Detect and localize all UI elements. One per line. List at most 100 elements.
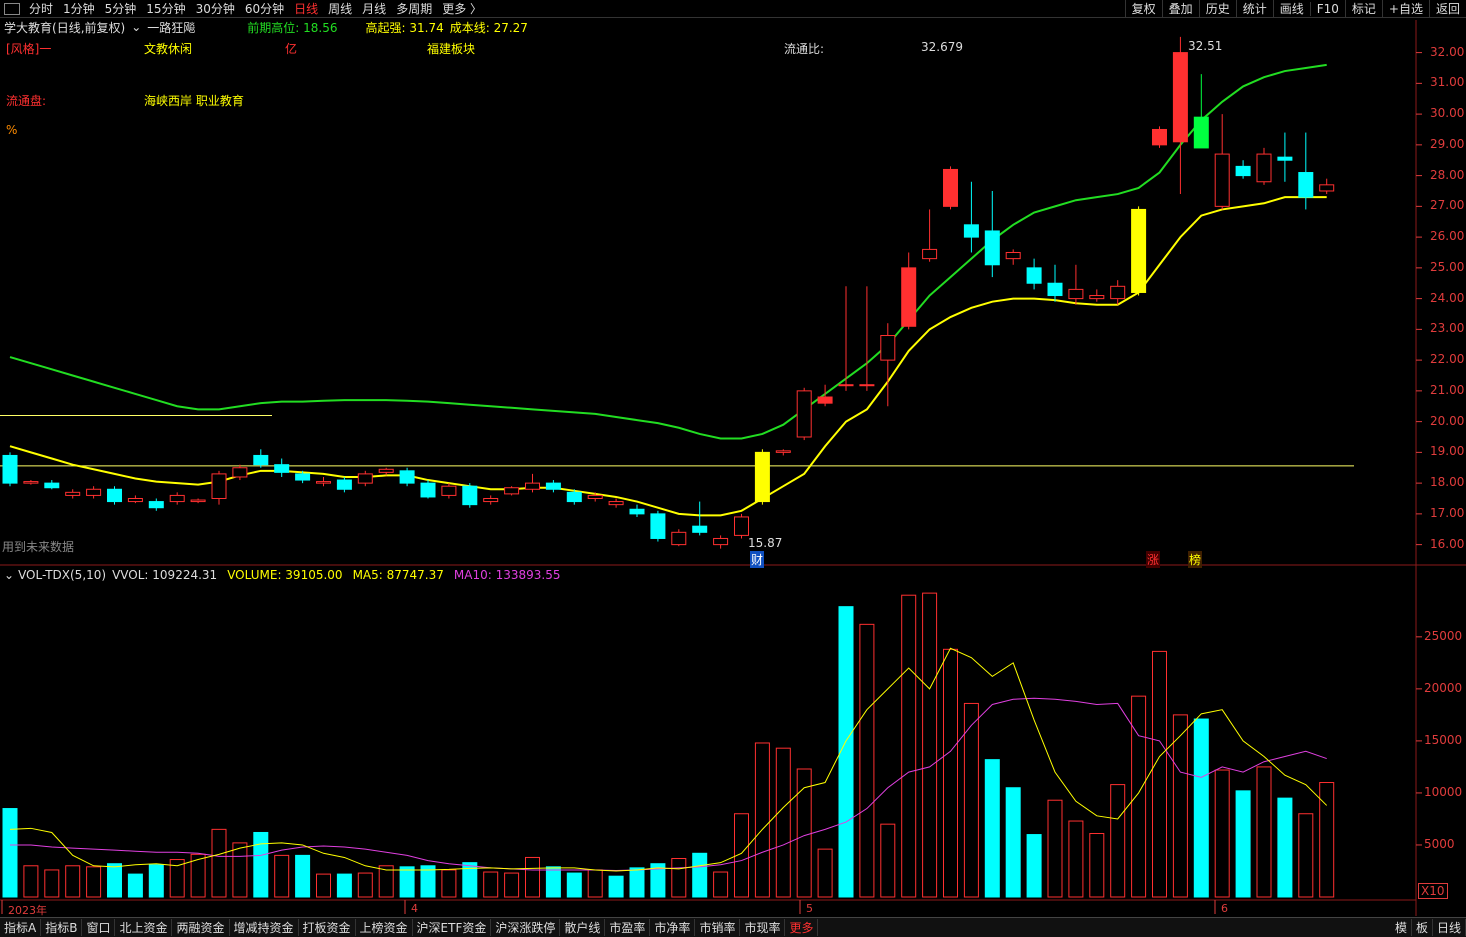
candle-body xyxy=(963,224,979,238)
bottom-tab[interactable]: 散户线 xyxy=(560,919,606,936)
price-tick-label: 32.00 xyxy=(1430,44,1465,59)
volume-bar xyxy=(1214,769,1230,898)
volume-bar xyxy=(566,872,582,898)
candle-body xyxy=(23,481,39,484)
volume-bar xyxy=(859,623,875,898)
volume-bar xyxy=(671,857,687,898)
volume-bar xyxy=(587,869,603,898)
bottom-tab[interactable]: 沪深涨跌停 xyxy=(491,919,561,936)
volume-bar xyxy=(1235,790,1251,898)
candle-body xyxy=(1131,208,1147,293)
candle-body xyxy=(1277,156,1293,161)
candle-body xyxy=(587,494,603,499)
volume-info-bar: ⌄ VOL-TDX(5,10) VVOL: 109224.31 VOLUME: … xyxy=(0,567,570,583)
volume-bar xyxy=(1319,782,1335,898)
candle-body xyxy=(399,470,415,484)
candle-body xyxy=(107,488,122,503)
bottom-right-tab[interactable]: 日线 xyxy=(1433,919,1466,936)
volume-bar xyxy=(274,854,290,898)
zhang-marker[interactable]: 涨 xyxy=(1146,551,1161,568)
volume-bar xyxy=(817,848,833,898)
candle-body xyxy=(671,531,687,546)
volume-bar xyxy=(127,873,143,898)
candle-body xyxy=(545,482,561,490)
candle-body xyxy=(629,508,645,515)
volume-bar xyxy=(1110,784,1126,898)
candle-body xyxy=(65,491,81,496)
candle-body xyxy=(357,473,373,484)
candle-body xyxy=(190,499,206,503)
date-axis: 2023年 4 5 6 xyxy=(0,902,1414,917)
volume-bar xyxy=(316,873,331,898)
candle-body xyxy=(984,230,1000,266)
kline-chart[interactable] xyxy=(0,0,1466,936)
volume-dropdown-icon[interactable]: ⌄ xyxy=(4,568,14,582)
candle-body xyxy=(316,481,331,484)
vol-tick-label: 25000 xyxy=(1424,628,1463,643)
volume-bar xyxy=(295,854,311,898)
price-tick-label: 22.00 xyxy=(1430,352,1465,367)
bottom-tab[interactable]: 市净率 xyxy=(650,919,696,936)
candle-body xyxy=(441,485,457,496)
volume-value: VOLUME: 39105.00 xyxy=(227,568,343,582)
candle-body xyxy=(274,464,290,473)
candle-body xyxy=(1089,295,1105,300)
volume-bar xyxy=(420,865,436,898)
bang-marker[interactable]: 榜 xyxy=(1188,551,1203,568)
volume-bar xyxy=(1298,813,1314,898)
vol-multiplier: X10 xyxy=(1418,883,1448,899)
vvol-value: VVOL: 109224.31 xyxy=(112,568,218,582)
bottom-tab[interactable]: 窗口 xyxy=(82,919,116,936)
volume-bar xyxy=(65,865,81,898)
price-tick-label: 30.00 xyxy=(1430,106,1465,121)
price-tick-label: 24.00 xyxy=(1430,290,1465,305)
bottom-tab[interactable]: 指标A xyxy=(0,919,42,936)
volume-bar xyxy=(86,866,102,898)
cai-marker[interactable]: 财 xyxy=(750,551,765,568)
bottom-right-tab[interactable]: 板 xyxy=(1412,919,1433,936)
candle-body xyxy=(295,473,311,481)
price-tick-label: 23.00 xyxy=(1430,321,1465,336)
volume-bar xyxy=(44,869,60,898)
vol-title[interactable]: VOL-TDX(5,10) xyxy=(18,568,106,582)
candle-body xyxy=(420,482,436,498)
candle-body xyxy=(1319,184,1335,192)
candle-body xyxy=(1110,285,1126,300)
bottom-right: 模板日线 xyxy=(1391,919,1466,936)
price-tick-label: 17.00 xyxy=(1430,505,1465,520)
candle-body xyxy=(148,501,164,509)
candle-body xyxy=(880,335,896,361)
volume-bar xyxy=(1026,834,1042,898)
bottom-tab[interactable]: 指标B xyxy=(41,919,83,936)
ma10-value: MA10: 133893.55 xyxy=(453,568,561,582)
candle-body xyxy=(253,454,269,466)
bottom-tab[interactable]: 市现率 xyxy=(740,919,786,936)
bottom-tab[interactable]: 上榜资金 xyxy=(356,919,413,936)
bottom-tab[interactable]: 沪深ETF资金 xyxy=(413,919,492,936)
ma5-value: MA5: 87747.37 xyxy=(352,568,444,582)
volume-bar xyxy=(211,828,227,898)
bottom-tab[interactable]: 北上资金 xyxy=(115,919,173,936)
candle-body xyxy=(1152,128,1167,146)
bottom-tab[interactable]: 市盈率 xyxy=(605,919,651,936)
price-tick-label: 28.00 xyxy=(1430,167,1465,182)
volume-bar xyxy=(1277,797,1293,898)
candle-body xyxy=(1068,288,1084,300)
volume-bar xyxy=(1047,799,1063,898)
bottom-right-tab[interactable]: 模 xyxy=(1391,919,1412,936)
bottom-tabs: 指标A 指标B 窗口 北上资金 两融资金 增减持资金 打板资金 上榜资金 沪深ETF资金 沪深涨跌… xyxy=(0,919,819,936)
bottom-tab[interactable]: 市销率 xyxy=(695,919,741,936)
price-tick-label: 27.00 xyxy=(1430,198,1465,213)
bottom-tab[interactable]: 增减持资金 xyxy=(230,919,299,936)
price-tick-label: 21.00 xyxy=(1430,382,1465,397)
candle-body xyxy=(1172,52,1188,143)
volume-bar xyxy=(1089,833,1105,898)
volume-bar xyxy=(943,648,958,898)
bottom-tab[interactable]: 更多 xyxy=(785,919,819,936)
bottom-tab[interactable]: 两融资金 xyxy=(172,919,230,936)
candle-body xyxy=(2,454,18,484)
price-tick-label: 31.00 xyxy=(1430,75,1465,90)
bottom-tab[interactable]: 打板资金 xyxy=(299,919,356,936)
vol-tick-label: 5000 xyxy=(1424,836,1455,851)
price-tick-label: 29.00 xyxy=(1430,136,1465,151)
